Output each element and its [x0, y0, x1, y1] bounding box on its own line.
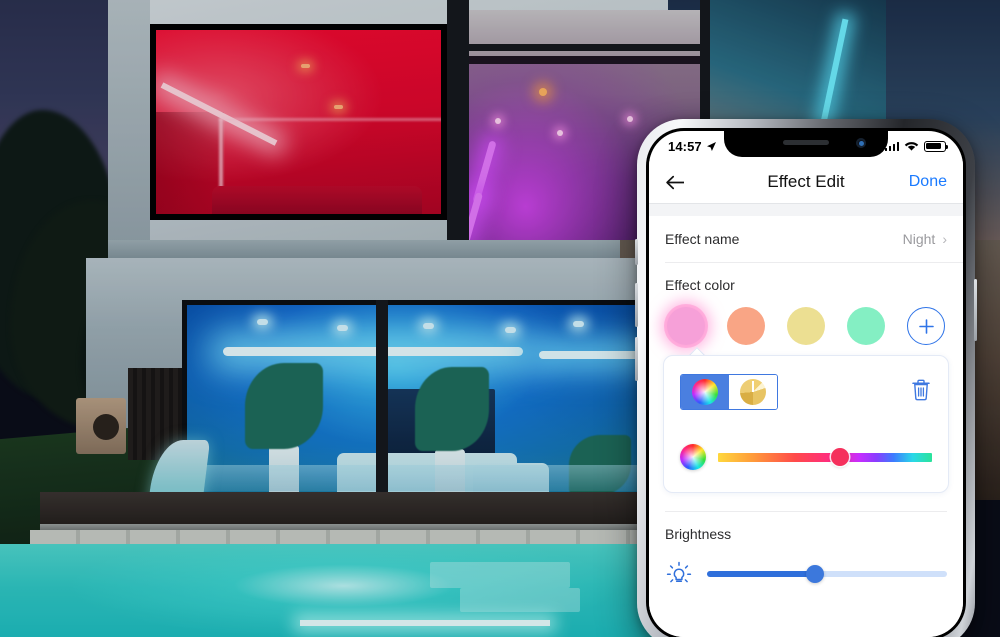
brightness-slider-fill	[707, 571, 815, 577]
status-icons	[884, 140, 949, 152]
effect-color-label: Effect color	[665, 277, 735, 293]
status-time: 14:57	[668, 138, 702, 154]
effect-name-label: Effect name	[665, 231, 740, 247]
battery-icon	[924, 140, 949, 152]
color-mode-segmented-control	[680, 374, 778, 410]
effect-name-row[interactable]: Effect name Night ›	[649, 216, 963, 262]
navigation-bar: Effect Edit Done	[649, 161, 963, 203]
phone-bezel: 14:57 Effect Edit Done Effect name Night…	[646, 128, 966, 637]
volume-down-button[interactable]	[635, 337, 638, 381]
hue-slider-track[interactable]	[718, 448, 932, 466]
settings-content: Effect name Night › Effect color Brightn…	[649, 204, 963, 637]
hue-slider-row	[680, 444, 932, 470]
mode-warm-white-button[interactable]	[729, 375, 777, 409]
plus-icon	[918, 318, 934, 334]
effect-name-value-group: Night ›	[903, 231, 947, 247]
chevron-right-icon: ›	[942, 231, 947, 247]
volume-up-button[interactable]	[635, 283, 638, 327]
color-swatch-pale-yellow[interactable]	[787, 307, 825, 345]
picker-toolbar	[680, 374, 932, 410]
location-arrow-icon	[706, 141, 716, 151]
earpiece-speaker-icon	[783, 140, 829, 145]
back-arrow-icon	[666, 175, 684, 189]
add-color-button[interactable]	[907, 307, 945, 345]
back-button[interactable]	[665, 175, 695, 190]
trash-icon	[912, 379, 930, 400]
warm-wheel-icon	[740, 379, 766, 405]
rgb-wheel-icon	[692, 379, 718, 405]
color-swatch-salmon[interactable]	[727, 307, 765, 345]
hue-slider-thumb[interactable]	[830, 448, 849, 466]
done-button[interactable]: Done	[909, 173, 947, 191]
color-picker-popover-wrap	[649, 355, 963, 493]
wifi-icon	[904, 141, 919, 151]
color-swatch-mint[interactable]	[847, 307, 885, 345]
color-wheel-knob-icon[interactable]	[680, 444, 706, 470]
power-button[interactable]	[974, 279, 977, 341]
color-picker-popover	[663, 355, 949, 493]
color-swatch-pink[interactable]	[667, 307, 705, 345]
brightness-slider-row	[649, 546, 963, 588]
effect-name-value: Night	[902, 231, 936, 247]
mute-switch[interactable]	[635, 239, 638, 265]
phone-screen: 14:57 Effect Edit Done Effect name Night…	[649, 131, 963, 637]
brightness-slider-track[interactable]	[707, 565, 947, 583]
status-time-group: 14:57	[668, 139, 717, 154]
brightness-label: Brightness	[665, 526, 732, 542]
brightness-bulb-icon	[666, 561, 692, 583]
front-camera-icon	[856, 138, 866, 148]
mode-rgb-wheel-button[interactable]	[681, 375, 729, 409]
section-spacer	[649, 204, 963, 216]
brightness-slider-thumb[interactable]	[806, 565, 824, 583]
phone-notch	[724, 131, 888, 157]
delete-color-button[interactable]	[910, 378, 932, 407]
smartphone-mockup: 14:57 Effect Edit Done Effect name Night…	[635, 119, 977, 637]
